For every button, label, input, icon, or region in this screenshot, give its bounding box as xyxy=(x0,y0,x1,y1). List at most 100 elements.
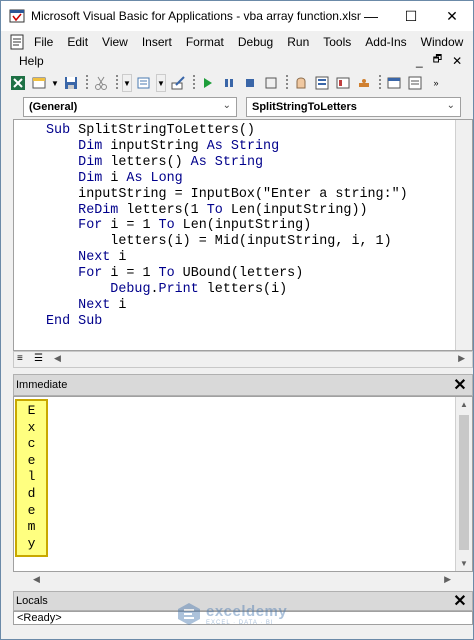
code-line[interactable]: Next i xyxy=(46,298,408,314)
immediate-window[interactable]: Exceldemy ▲ ▼ xyxy=(13,396,473,572)
immediate-output-line: e xyxy=(27,452,36,468)
object-browser-icon[interactable] xyxy=(334,74,352,92)
code-line[interactable]: letters(i) = Mid(inputString, i, 1) xyxy=(46,234,408,250)
code-line[interactable]: For i = 1 To UBound(letters) xyxy=(46,266,408,282)
object-combo-value: (General) xyxy=(29,101,78,113)
immediate-output-line: x xyxy=(27,419,36,435)
close-button[interactable]: ✕ xyxy=(437,1,467,31)
full-module-view-icon[interactable]: ☰ xyxy=(34,353,43,364)
view-excel-icon[interactable] xyxy=(9,74,27,92)
properties-icon[interactable] xyxy=(313,74,331,92)
scroll-thumb[interactable] xyxy=(459,415,469,550)
exceldemy-logo-icon xyxy=(178,603,200,625)
reset-icon[interactable] xyxy=(241,74,259,92)
vba-editor-window: Microsoft Visual Basic for Applications … xyxy=(0,0,474,640)
immediate-header: Immediate ✕ xyxy=(13,374,473,396)
vba-app-icon xyxy=(9,9,25,23)
immediate-output-line: c xyxy=(27,436,36,452)
watermark-name: exceldemy xyxy=(206,602,288,620)
menu-run[interactable]: Run xyxy=(280,35,316,49)
menu-row-2: Help xyxy=(12,51,51,70)
code-line[interactable]: Next i xyxy=(46,250,408,266)
code-line[interactable]: Dim inputString As String xyxy=(46,139,408,155)
object-combo[interactable]: (General) ⌄ xyxy=(23,97,237,117)
toolbar-separator-4 xyxy=(376,74,382,92)
toolbar-overflow-icon-2[interactable]: ▼ xyxy=(156,74,166,92)
toolbar-overflow-icon[interactable]: ▼ xyxy=(122,74,132,92)
locals-title: Locals xyxy=(16,595,48,607)
code-line[interactable]: Sub SplitStringToLetters() xyxy=(46,123,408,139)
toolbar-separator-3 xyxy=(283,74,289,92)
menu-window[interactable]: Window xyxy=(414,35,471,49)
code-line[interactable]: inputString = InputBox("Enter a string:"… xyxy=(46,187,408,203)
menu-file[interactable]: File xyxy=(27,35,60,49)
immediate-horizontal-scrollbar[interactable]: ◀ ▶ xyxy=(13,572,455,589)
scroll-right-icon[interactable]: ▶ xyxy=(458,353,465,364)
code-vertical-scrollbar[interactable] xyxy=(455,120,472,350)
menu-edit[interactable]: Edit xyxy=(60,35,95,49)
immediate-output-line: m xyxy=(27,519,36,535)
code-line[interactable]: Dim letters() As String xyxy=(46,155,408,171)
mdi-close-button[interactable]: ✕ xyxy=(452,54,462,68)
chevron-down-icon: ⌄ xyxy=(222,100,231,111)
minimize-button[interactable]: — xyxy=(356,1,386,31)
menu-help[interactable]: Help xyxy=(12,54,51,68)
window-layout-icon[interactable] xyxy=(385,74,403,92)
procedure-view-icon[interactable]: ≡ xyxy=(17,353,23,364)
project-explorer-icon[interactable] xyxy=(292,74,310,92)
immediate-title: Immediate xyxy=(16,379,68,391)
mdi-minimize-button[interactable]: _ xyxy=(416,54,423,68)
title-bar: Microsoft Visual Basic for Applications … xyxy=(1,1,473,31)
procedure-combo[interactable]: SplitStringToLetters ⌄ xyxy=(246,97,461,117)
scroll-left-icon[interactable]: ◀ xyxy=(54,353,61,364)
scroll-up-icon[interactable]: ▲ xyxy=(460,400,468,409)
immediate-vertical-scrollbar[interactable]: ▲ ▼ xyxy=(455,397,472,571)
insert-module-icon[interactable] xyxy=(30,74,48,92)
code-line[interactable]: Debug.Print letters(i) xyxy=(46,282,408,298)
immediate-close-icon[interactable]: ✕ xyxy=(451,376,469,394)
maximize-button[interactable]: ☐ xyxy=(396,1,426,31)
toolbar-separator-2 xyxy=(190,74,196,92)
cut-icon[interactable] xyxy=(92,74,110,92)
design-mode-icon[interactable] xyxy=(169,74,187,92)
locals-close-icon[interactable]: ✕ xyxy=(451,592,469,610)
menu-tools[interactable]: Tools xyxy=(316,35,358,49)
immediate-output-line: d xyxy=(27,485,36,501)
procedure-combo-value: SplitStringToLetters xyxy=(252,101,357,113)
scroll-down-icon[interactable]: ▼ xyxy=(460,559,468,568)
menu-insert[interactable]: Insert xyxy=(135,35,179,49)
exceldemy-watermark: exceldemy EXCEL · DATA · BI xyxy=(176,598,306,630)
window-title: Microsoft Visual Basic for Applications … xyxy=(31,9,361,23)
code-text[interactable]: Sub SplitStringToLetters() Dim inputStri… xyxy=(46,123,408,330)
menu-row-1: File Edit View Insert Format Debug Run T… xyxy=(9,32,470,51)
toolbox-icon[interactable] xyxy=(355,74,373,92)
immediate-output-highlight: Exceldemy xyxy=(15,399,48,557)
toolbar-chevron-icon[interactable]: » xyxy=(427,74,445,92)
standard-toolbar: ▼ ▼ ▼ » xyxy=(1,71,473,95)
code-horizontal-scrollbar[interactable]: ≡ ☰ ◀ ▶ xyxy=(13,351,473,368)
mdi-restore-button[interactable]: 🗗 xyxy=(433,52,442,69)
module-icon xyxy=(10,34,24,49)
mdi-controls: _ 🗗 ✕ xyxy=(416,51,462,70)
menu-add-ins[interactable]: Add-Ins xyxy=(358,35,413,49)
code-line[interactable]: End Sub xyxy=(46,314,408,330)
find-icon[interactable] xyxy=(135,74,153,92)
design-mode-ruler-icon[interactable] xyxy=(262,74,280,92)
run-icon[interactable] xyxy=(199,74,217,92)
menu-format[interactable]: Format xyxy=(179,35,231,49)
immediate-output-line: y xyxy=(27,535,36,551)
locals-status: <Ready> xyxy=(17,612,62,624)
scroll-right-icon[interactable]: ▶ xyxy=(444,574,451,585)
break-icon[interactable] xyxy=(220,74,238,92)
code-editor[interactable]: Sub SplitStringToLetters() Dim inputStri… xyxy=(13,119,473,351)
help-icon[interactable] xyxy=(406,74,424,92)
save-icon[interactable] xyxy=(62,74,80,92)
code-line[interactable]: For i = 1 To Len(inputString) xyxy=(46,218,408,234)
dropdown-arrow-icon[interactable]: ▼ xyxy=(51,74,59,92)
immediate-output-line: l xyxy=(27,469,36,485)
menu-view[interactable]: View xyxy=(95,35,135,49)
menu-debug[interactable]: Debug xyxy=(231,35,280,49)
code-line[interactable]: ReDim letters(1 To Len(inputString)) xyxy=(46,203,408,219)
scroll-left-icon[interactable]: ◀ xyxy=(33,574,40,585)
code-line[interactable]: Dim i As Long xyxy=(46,171,408,187)
